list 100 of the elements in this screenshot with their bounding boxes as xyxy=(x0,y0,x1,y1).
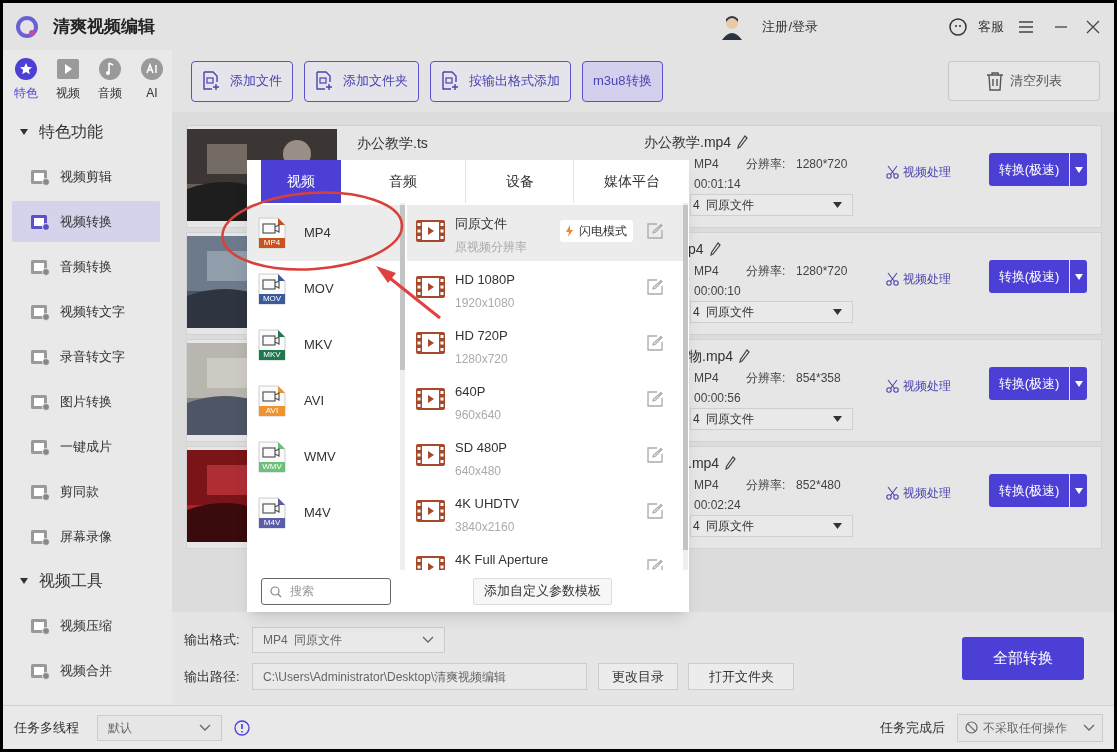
sidebar-item[interactable]: 录音转文字 xyxy=(12,336,160,377)
convert-button[interactable]: 转换(极速) xyxy=(989,367,1069,400)
preset-dropdown[interactable]: 4 同原文件 xyxy=(690,408,853,430)
caret-icon[interactable] xyxy=(19,576,29,586)
film-icon xyxy=(57,58,79,80)
category-tab[interactable]: 特色 xyxy=(11,58,41,102)
preset-dropdown[interactable]: 4 同原文件 xyxy=(690,515,853,537)
section-title[interactable]: 特色功能 xyxy=(39,120,103,144)
dropdown-arrow-icon xyxy=(833,309,842,315)
sidebar-item[interactable]: 屏幕录像 xyxy=(12,516,160,557)
close-icon[interactable] xyxy=(1086,19,1100,34)
convert-button[interactable]: 转换(极速) xyxy=(989,474,1069,507)
preset-dropdown[interactable]: 4 同原文件 xyxy=(690,301,853,323)
section-title[interactable]: 视频工具 xyxy=(39,569,103,593)
add-file-icon xyxy=(202,71,220,91)
prohibited-icon xyxy=(965,721,978,734)
tool-icon xyxy=(30,437,50,456)
after-task-dropdown[interactable]: 不采取任何操作 xyxy=(957,713,1103,742)
convert-options-button[interactable] xyxy=(1070,474,1087,507)
convert-options-button[interactable] xyxy=(1070,260,1087,293)
account-link[interactable]: 注册/登录 xyxy=(762,16,818,37)
pencil-icon[interactable] xyxy=(737,135,749,149)
lightning-mode-badge: 闪电模式 xyxy=(560,220,633,242)
film-icon xyxy=(416,276,445,298)
caret-icon[interactable] xyxy=(19,127,29,137)
resolution-label: 分辨率: xyxy=(746,476,787,494)
scrollbar-thumb[interactable] xyxy=(400,205,405,370)
preset-title: 640P xyxy=(455,383,487,401)
resolution-label: 分辨率: xyxy=(746,262,787,280)
open-folder-button[interactable]: 打开文件夹 xyxy=(688,663,794,690)
pencil-icon[interactable] xyxy=(739,349,751,363)
video-file-icon: WMV xyxy=(258,441,286,473)
sidebar-item[interactable]: 视频剪辑 xyxy=(12,156,160,197)
change-directory-button[interactable]: 更改目录 xyxy=(598,663,678,690)
category-tab[interactable]: AI xyxy=(137,58,167,102)
preset-dropdown[interactable]: 4 同原文件 xyxy=(690,194,853,216)
info-icon[interactable] xyxy=(234,719,250,736)
output-file-name: .mp4 xyxy=(688,453,720,473)
annotation-arrow xyxy=(376,266,441,320)
support-link[interactable]: 客服 xyxy=(978,16,1004,37)
output-format-dropdown[interactable]: MP4 同原文件 xyxy=(252,627,445,653)
sidebar-item[interactable]: 剪同款 xyxy=(12,471,160,512)
preset-resolution: 1920x1080 xyxy=(455,294,516,312)
video-process-link[interactable]: 视频处理 xyxy=(886,163,951,181)
format-tab[interactable]: 视频 xyxy=(261,160,341,203)
convert-all-button[interactable]: 全部转换 xyxy=(962,637,1084,680)
sidebar-item[interactable]: 视频转文字 xyxy=(12,291,160,332)
preset-item[interactable]: 同原文件 原视频分辨率 闪电模式 xyxy=(407,205,683,261)
output-path-field[interactable]: C:\Users\Administrator\Desktop\清爽视频编辑 xyxy=(252,663,587,690)
resolution-value: 1280*720 xyxy=(796,262,848,280)
preset-title: HD 1080P xyxy=(455,271,516,289)
convert-button[interactable]: 转换(极速) xyxy=(989,260,1069,293)
toolbar-button[interactable]: 添加文件夹 xyxy=(304,60,419,102)
category-tab[interactable]: 视频 xyxy=(53,58,83,102)
preset-resolution: 960x640 xyxy=(455,406,503,424)
clear-list-button[interactable]: 清空列表 xyxy=(948,61,1100,101)
scissors-icon xyxy=(886,486,899,500)
preset-resolution: 原视频分辨率 xyxy=(455,238,528,256)
scrollbar-thumb[interactable] xyxy=(683,205,688,550)
sidebar-item[interactable]: 音频转换 xyxy=(12,246,160,287)
video-process-link[interactable]: 视频处理 xyxy=(886,270,951,288)
sidebar-item[interactable]: 视频转换 xyxy=(12,201,160,242)
sidebar-item[interactable]: 一键成片 xyxy=(12,426,160,467)
film-icon xyxy=(416,444,445,466)
convert-options-button[interactable] xyxy=(1070,153,1087,186)
film-icon xyxy=(416,220,445,242)
video-process-link[interactable]: 视频处理 xyxy=(886,484,951,502)
toolbar-button[interactable]: m3u8转换 xyxy=(582,60,663,102)
lightning-icon xyxy=(566,225,573,237)
format-item[interactable]: MP4 MP4 xyxy=(247,205,400,261)
support-icon[interactable] xyxy=(948,16,968,37)
resolution-label: 分辨率: xyxy=(746,369,787,387)
video-file-icon: MP4 xyxy=(258,217,286,249)
video-process-link[interactable]: 视频处理 xyxy=(886,377,951,395)
search-field[interactable]: 搜索 xyxy=(261,577,391,605)
format-tab[interactable]: 设备 xyxy=(465,160,573,203)
threads-dropdown[interactable]: 默认 xyxy=(97,714,222,741)
format-tab[interactable]: 媒体平台 xyxy=(573,160,689,203)
output-file-name: 办公教学.mp4 xyxy=(644,132,732,152)
output-file-name: 物.mp4 xyxy=(688,346,734,366)
pencil-icon[interactable] xyxy=(725,456,737,470)
menu-icon[interactable] xyxy=(1018,19,1034,34)
format-value: MP4 xyxy=(694,476,720,494)
convert-button[interactable]: 转换(极速) xyxy=(989,153,1069,186)
toolbar-button[interactable]: 按输出格式添加 xyxy=(430,60,571,102)
category-tab[interactable]: 音频 xyxy=(95,58,125,102)
toolbar-button[interactable]: 添加文件 xyxy=(191,60,293,102)
chevron-down-icon xyxy=(1083,723,1095,732)
sidebar-item[interactable]: 视频合并 xyxy=(12,650,160,691)
pencil-icon[interactable] xyxy=(709,242,721,256)
preset-title: SD 480P xyxy=(455,439,509,457)
app-logo-icon xyxy=(15,14,39,39)
add-template-button[interactable]: 添加自定义参数模板 xyxy=(473,577,612,605)
sidebar-item[interactable]: 视频压缩 xyxy=(12,605,160,646)
sidebar-item[interactable]: 图片转换 xyxy=(12,381,160,422)
tool-icon xyxy=(30,482,50,501)
dropdown-arrow-icon xyxy=(1074,166,1083,173)
threads-label: 任务多线程 xyxy=(14,718,80,737)
convert-options-button[interactable] xyxy=(1070,367,1087,400)
tool-icon xyxy=(30,616,50,635)
